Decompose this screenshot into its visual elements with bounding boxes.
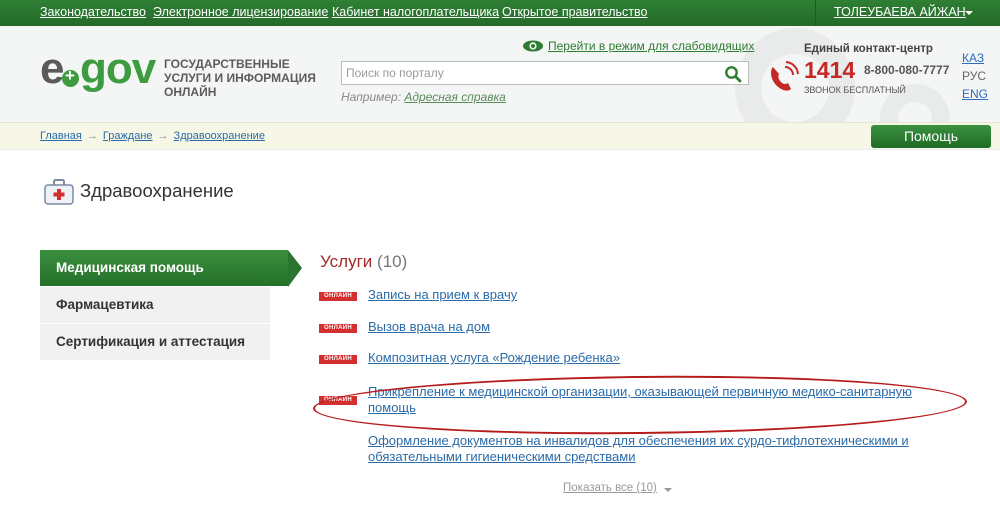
search-box [341,61,749,85]
service-link[interactable]: Запись на прием к врачу [368,287,958,303]
sidebar-item-medical-care[interactable]: Медицинская помощь [40,250,302,287]
top-nav-bar: Законодательство Электронное лицензирова… [0,0,1000,26]
contact-center-title: Единый контакт-центр [804,43,933,55]
eye-icon[interactable] [522,40,544,52]
services-heading: Услуги (10) [320,252,407,272]
lang-eng[interactable]: ENG [962,85,988,103]
top-link-legislation[interactable]: Законодательство [40,5,146,19]
site-tagline: ГОСУДАРСТВЕННЫЕ УСЛУГИ И ИНФОРМАЦИЯ ОНЛА… [164,57,316,99]
language-switcher: КАЗ РУС ENG [962,49,988,103]
service-link[interactable]: Оформление документов на инвалидов для о… [368,433,958,465]
sidebar-item-certification[interactable]: Сертификация и аттестация [40,324,270,361]
services-heading-label: Услуги [320,252,373,271]
logo-text-e: e [40,44,65,93]
first-aid-kit-icon [44,179,74,205]
service-link[interactable]: Вызов врача на дом [368,319,958,335]
contact-short-number: 1414 [804,57,856,83]
search-input[interactable] [346,65,716,81]
lang-kaz[interactable]: КАЗ [962,49,988,67]
breadcrumb-bar: Главная → Граждане → Здравоохранение [0,122,1000,150]
category-sidebar: Медицинская помощь Фармацевтика Сертифик… [40,250,302,361]
contact-free-note: ЗВОНОК БЕСПЛАТНЫЙ [804,85,906,95]
phone-icon [771,61,799,91]
search-icon[interactable] [724,65,742,83]
user-menu[interactable]: ТОЛЕУБАЕВА АЙЖАН [834,5,966,19]
breadcrumb: Главная → Граждане → Здравоохранение [40,130,265,142]
breadcrumb-citizens[interactable]: Граждане [103,130,153,142]
highlight-ellipse [312,372,968,438]
site-header: e gov ГОСУДАРСТВЕННЫЕ УСЛУГИ И ИНФОРМАЦИ… [0,26,1000,122]
top-link-taxpayer[interactable]: Кабинет налогоплательщика [332,5,499,19]
logo-plus-icon [62,66,79,87]
breadcrumb-home[interactable]: Главная [40,130,82,142]
online-badge: ОНЛАЙН [319,355,357,364]
sidebar-item-pharmaceutics[interactable]: Фармацевтика [40,287,270,324]
low-vision-link[interactable]: Перейти в режим для слабовидящих [548,39,754,53]
lang-rus: РУС [962,69,987,83]
search-example: Например: Адресная справка [341,90,506,104]
topbar-divider [815,0,816,26]
top-link-licensing[interactable]: Электронное лицензирование [153,5,328,19]
breadcrumb-separator: → [86,130,98,142]
search-example-link[interactable]: Адресная справка [404,90,505,104]
breadcrumb-healthcare[interactable]: Здравоохранение [174,130,265,142]
online-badge: ОНЛАЙН [319,292,357,301]
chevron-down-icon[interactable] [965,11,973,15]
contact-phone-number: 8-800-080-7777 [864,63,950,77]
chevron-down-icon[interactable] [664,488,672,492]
help-button[interactable]: Помощь [871,125,991,148]
breadcrumb-separator: → [157,130,169,142]
show-all-link[interactable]: Показать все (10) [563,482,657,494]
service-link[interactable]: Композитная услуга «Рождение ребенка» [368,350,958,366]
search-example-label: Например: [341,90,402,104]
logo-text-gov: gov [80,44,156,93]
services-count: (10) [377,252,408,271]
page-title: Здравоохранение [80,180,234,201]
top-link-open-government[interactable]: Открытое правительство [502,5,647,19]
online-badge: ОНЛАЙН [319,324,357,333]
